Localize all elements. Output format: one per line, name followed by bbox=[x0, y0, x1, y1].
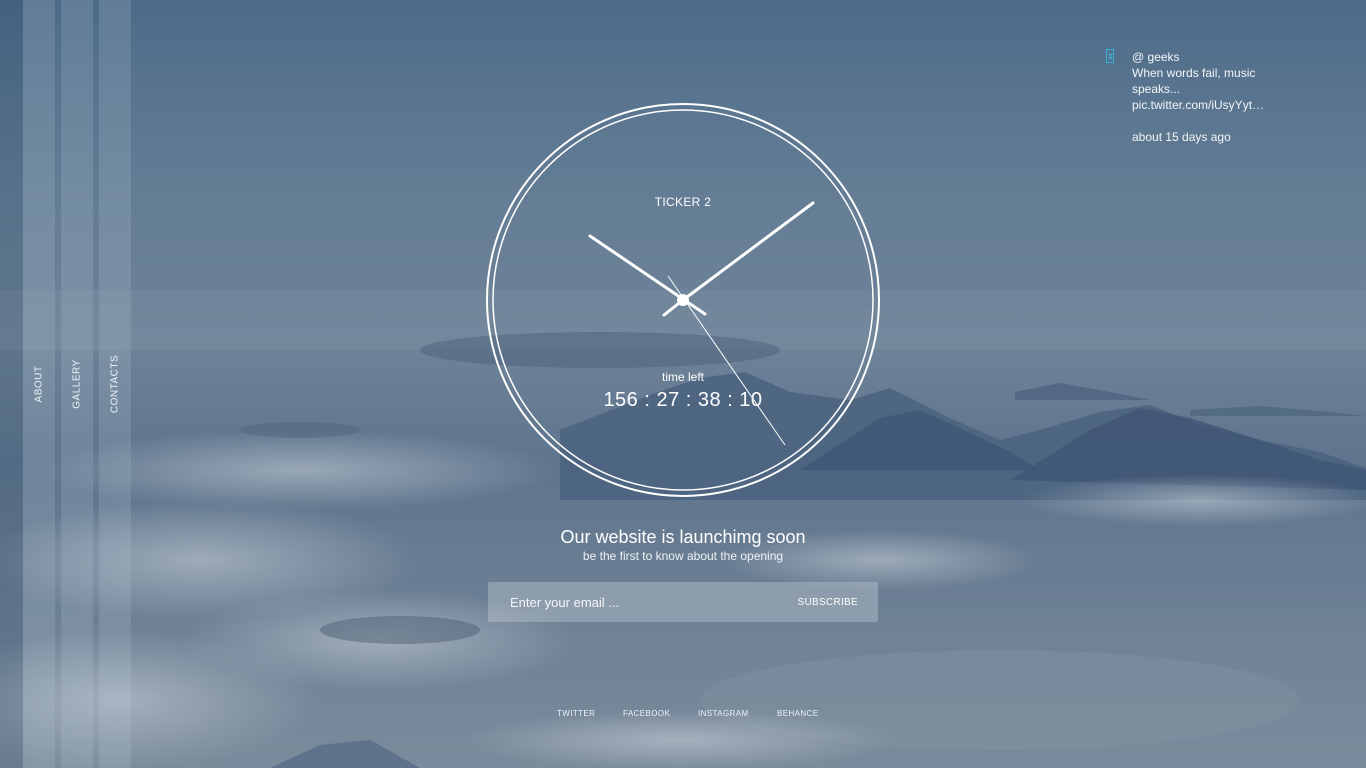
nav-link-contacts[interactable]: CONTACTS bbox=[110, 355, 121, 413]
clock-title: TICKER 2 bbox=[654, 195, 712, 209]
tweet-link[interactable]: pic.twitter.com/iUsyYyt… bbox=[1132, 97, 1266, 113]
clock-minute-hand bbox=[681, 201, 815, 302]
tweet-handle[interactable]: @ geeks bbox=[1132, 49, 1268, 65]
twitter-icon[interactable] bbox=[1106, 49, 1114, 63]
time-left-label: time left bbox=[661, 370, 704, 384]
clock-face bbox=[486, 103, 880, 497]
clock-center-pin bbox=[677, 294, 689, 306]
countdown-value: 156 : 27 : 38 : 10 bbox=[603, 389, 763, 411]
subscribe-form: SUBSCRIBE bbox=[488, 582, 878, 622]
sidebar-edge bbox=[0, 0, 23, 768]
social-link-behance[interactable]: BEHANCE bbox=[777, 709, 818, 718]
tweet-body: @ geeks When words fail, music speaks...… bbox=[1132, 49, 1268, 145]
tweet-text: When words fail, music speaks... bbox=[1132, 66, 1256, 96]
social-link-twitter[interactable]: TWITTER bbox=[557, 709, 595, 718]
countdown-clock: TICKER 2 time left 156 : 27 : 38 : 10 bbox=[486, 103, 880, 497]
page-title: Our website is launchimg soon bbox=[560, 527, 806, 547]
nav-link-about[interactable]: ABOUT bbox=[34, 366, 45, 403]
tweet-time: about 15 days ago bbox=[1132, 130, 1231, 144]
page-subtitle: be the first to know about the opening bbox=[582, 549, 784, 563]
email-field[interactable] bbox=[498, 582, 788, 622]
nav-link-gallery[interactable]: GALLERY bbox=[72, 359, 83, 408]
social-link-facebook[interactable]: FACEBOOK bbox=[623, 709, 670, 718]
subscribe-button[interactable]: SUBSCRIBE bbox=[786, 582, 871, 622]
social-link-instagram[interactable]: INSTAGRAM bbox=[698, 709, 749, 718]
